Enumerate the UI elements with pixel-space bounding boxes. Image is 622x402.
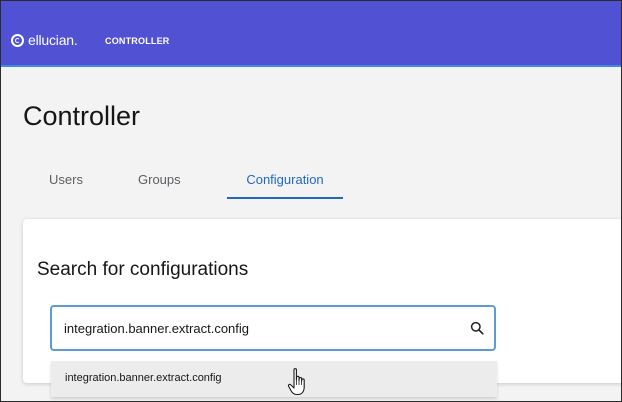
ellucian-logo[interactable]: ellucian. <box>11 32 78 48</box>
page-title: Controller <box>23 101 141 131</box>
autocomplete-item[interactable]: integration.banner.extract.config <box>65 372 222 384</box>
search-box[interactable] <box>50 305 496 351</box>
search-card-title: Search for configurations <box>37 259 249 280</box>
app-window: ellucian. CONTROLLER Controller Users Gr… <box>0 0 622 402</box>
search-icon[interactable] <box>470 321 484 335</box>
search-input[interactable] <box>64 318 454 338</box>
search-card: Search for configurations <box>23 219 621 383</box>
tab-configuration[interactable]: Configuration <box>227 167 343 199</box>
ellucian-logo-icon <box>11 33 24 47</box>
app-name[interactable]: CONTROLLER <box>105 36 170 46</box>
tab-bar: Users Groups Configuration <box>1 167 621 203</box>
top-nav-bar: ellucian. CONTROLLER <box>1 1 621 67</box>
logo-text: ellucian. <box>28 32 78 48</box>
tab-groups[interactable]: Groups <box>138 167 181 199</box>
hand-pointer-cursor-icon <box>287 368 305 396</box>
autocomplete-dropdown: integration.banner.extract.config <box>51 361 497 397</box>
tab-users[interactable]: Users <box>49 167 83 199</box>
